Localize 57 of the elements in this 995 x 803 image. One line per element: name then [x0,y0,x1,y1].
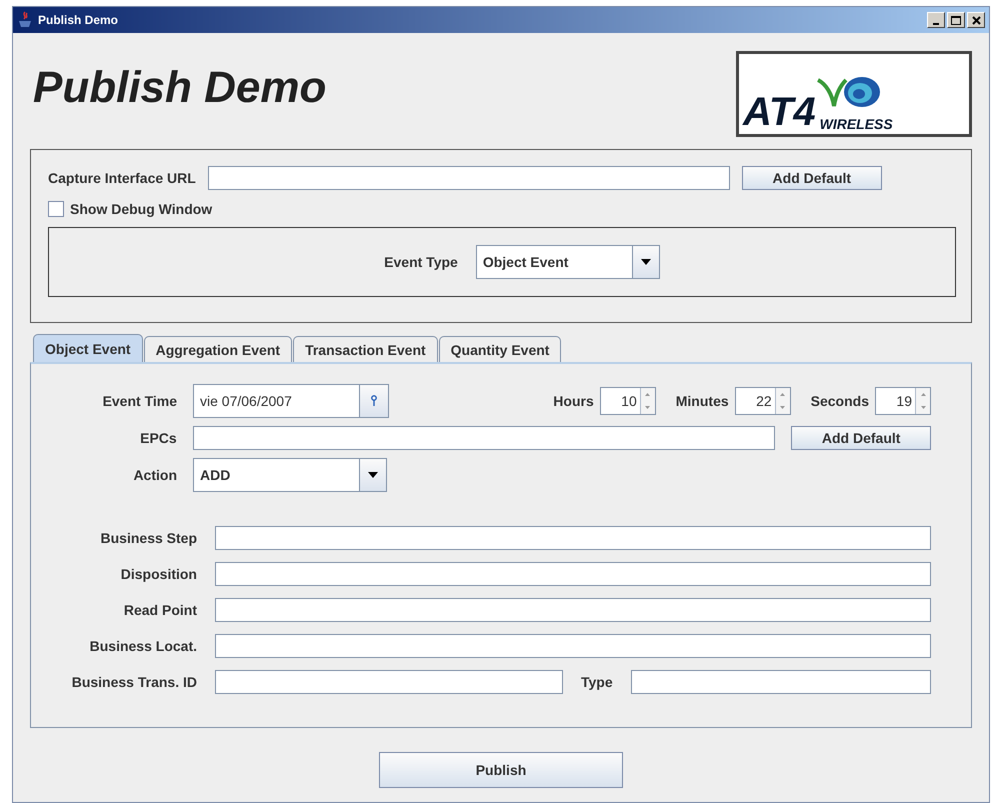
maximize-icon [951,16,961,24]
minimize-icon [933,22,939,24]
window-title: Publish Demo [38,13,118,27]
spinner-field[interactable]: 10 [600,387,656,415]
field-label: Minutes [676,393,729,409]
pin-icon [371,395,377,407]
text-field[interactable] [215,598,931,622]
logo-brand-text: AT4 [743,92,816,132]
tab[interactable]: Object Event [33,334,143,362]
checkbox-label: Show Debug Window [70,201,212,217]
field-label: Event Time [102,393,177,409]
up-arrow-icon[interactable] [645,393,650,396]
date-field[interactable]: vie 07/06/2007 [193,384,389,418]
tab[interactable]: Transaction Event [293,336,438,362]
up-arrow-icon[interactable] [920,393,926,396]
down-arrow-icon[interactable] [645,406,650,409]
field-label: EPCs [139,430,177,446]
add-default-button[interactable]: Add Default [791,426,931,450]
text-field[interactable] [215,634,931,658]
field-label: Type [581,674,613,690]
text-field[interactable] [215,562,931,586]
epcs-field[interactable] [192,426,776,450]
logo-tagline: WIRELESS [820,116,893,132]
field-label: Capture Interface URL [48,170,196,186]
close-icon [972,16,980,24]
caret-icon [368,472,378,478]
publish-button[interactable]: Publish [379,752,623,788]
event-type-dropdown[interactable]: Object Event [476,245,660,279]
add-default-button[interactable]: Add Default [742,166,882,190]
field-label: Event Type [384,254,458,270]
type-field[interactable] [630,670,931,694]
field-label: Hours [553,393,594,409]
field-label: Disposition [120,566,197,582]
url-field[interactable] [208,166,730,190]
field-label: Read Point [122,602,197,618]
tab[interactable]: Quantity Event [438,336,562,362]
field-label: Seconds [810,393,869,409]
down-arrow-icon[interactable] [920,406,926,409]
checkbox[interactable] [48,201,64,217]
text-field[interactable] [215,526,931,550]
close-button[interactable] [967,12,985,28]
down-arrow-icon[interactable] [780,406,786,409]
maximize-button[interactable] [947,12,965,28]
cup-icon [17,11,33,29]
action-dropdown[interactable]: ADD [193,458,387,492]
field-label: Action [132,467,177,483]
minimize-button[interactable] [927,12,945,28]
field-label: Business Trans. ID [70,674,197,690]
text-field[interactable] [215,670,563,694]
field-label: Business Step [100,530,197,546]
tab[interactable]: Aggregation Event [144,336,292,362]
spinner-field[interactable]: 19 [875,387,931,415]
spinner-field[interactable]: 22 [734,387,791,415]
field-label: Business Locat. [88,638,197,654]
caret-icon [640,259,651,265]
up-arrow-icon[interactable] [780,393,786,396]
app-title: Publish Demo [33,63,326,113]
